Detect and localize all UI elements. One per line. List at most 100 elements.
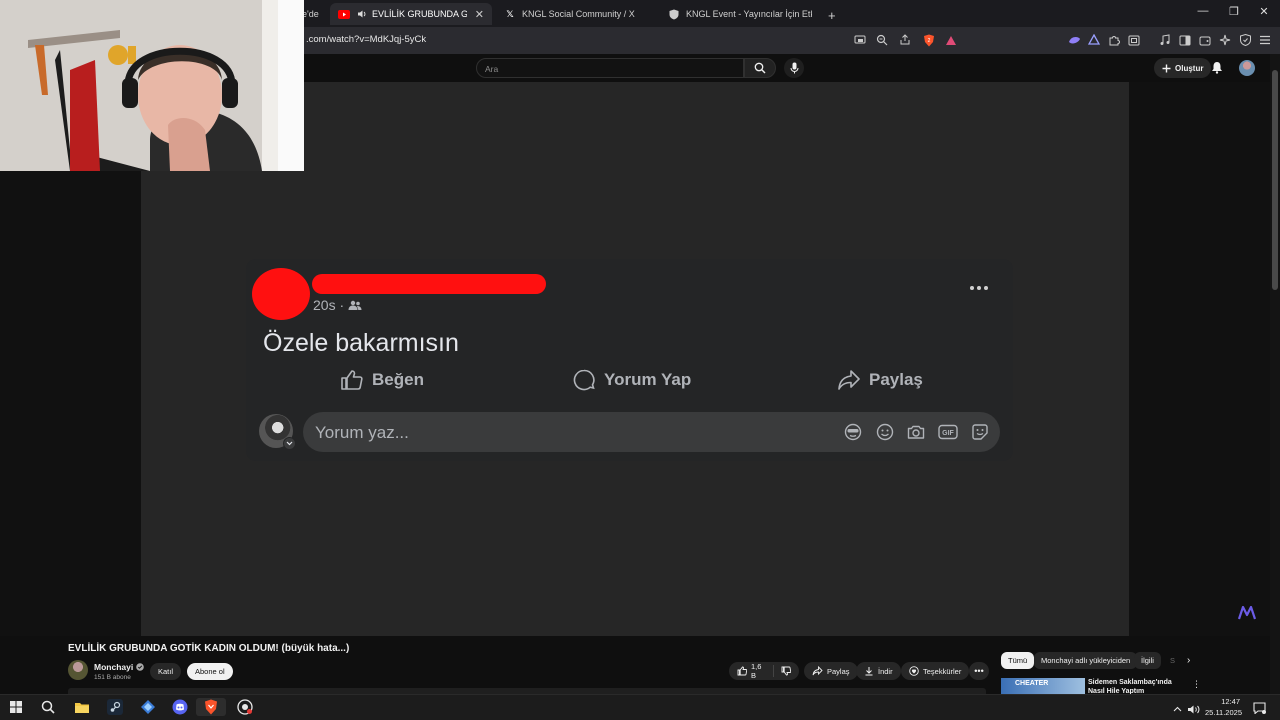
vpn-icon[interactable] bbox=[1087, 33, 1101, 47]
extensions-icon[interactable] bbox=[1107, 33, 1121, 47]
chip-scroll-right-icon[interactable]: › bbox=[1180, 652, 1197, 669]
media-music-icon[interactable] bbox=[1158, 33, 1172, 47]
notification-center-icon[interactable] bbox=[1250, 699, 1268, 717]
url-field[interactable]: .com/watch?v=MdKJqj-5yCk bbox=[306, 34, 426, 45]
search-input[interactable]: Ara bbox=[476, 58, 744, 78]
ai-sparkle-icon[interactable] bbox=[1218, 33, 1232, 47]
gif-label: GIF bbox=[942, 430, 954, 437]
camera-icon[interactable] bbox=[906, 422, 926, 442]
zoom-icon[interactable] bbox=[875, 33, 889, 47]
channel-avatar[interactable] bbox=[68, 660, 88, 680]
clock-date[interactable]: 25.11.2025 bbox=[1200, 708, 1242, 717]
plus-icon bbox=[1162, 64, 1171, 73]
post-timestamp: 20s · bbox=[313, 297, 362, 313]
super-thanks-icon bbox=[909, 666, 919, 676]
sidebar-toggle-icon[interactable] bbox=[1178, 33, 1192, 47]
channel-watermark-icon[interactable] bbox=[1238, 606, 1256, 620]
windows-taskbar bbox=[0, 694, 1280, 720]
search-icon bbox=[754, 62, 766, 74]
tab-label: KNGL Event - Yayıncılar İçin Etkinlik ve bbox=[686, 9, 812, 19]
avatar-sticker-icon[interactable] bbox=[843, 422, 863, 442]
network-app-icon[interactable] bbox=[139, 698, 157, 716]
chip-from-uploader[interactable]: Monchayi adlı yükleyiciden bbox=[1034, 652, 1138, 669]
file-explorer-icon[interactable] bbox=[73, 698, 91, 716]
x-logo-icon: 𝕏 bbox=[506, 8, 514, 19]
microphone-icon bbox=[790, 62, 799, 74]
thumbs-up-icon bbox=[340, 369, 364, 391]
create-button[interactable]: Oluştur bbox=[1154, 58, 1212, 78]
chevron-down-icon[interactable] bbox=[283, 437, 296, 450]
thumbs-down-icon bbox=[781, 666, 791, 676]
gif-icon[interactable]: GIF bbox=[938, 422, 958, 442]
obs-recording-icon[interactable] bbox=[236, 698, 254, 716]
menu-hamburger-icon[interactable] bbox=[1258, 33, 1272, 47]
scrollbar-thumb[interactable] bbox=[1272, 70, 1278, 290]
tab-kngl-x[interactable]: 𝕏 KNGL Social Community / X bbox=[496, 3, 656, 25]
share-video-button[interactable]: Paylaş bbox=[804, 662, 858, 680]
subscribe-button[interactable]: Abone ol bbox=[187, 663, 233, 680]
brave-browser-icon[interactable] bbox=[196, 698, 226, 716]
brave-rewards-icon[interactable] bbox=[944, 33, 958, 47]
new-tab-button[interactable]: + bbox=[824, 4, 840, 26]
windows-start-icon[interactable] bbox=[7, 698, 25, 716]
thanks-button[interactable]: Teşekkürler bbox=[901, 662, 970, 680]
tab-label: EVLİLİK GRUBUNDA GOTİK KA bbox=[372, 9, 467, 19]
like-video-button[interactable]: 1,6 B bbox=[737, 662, 766, 680]
recommended-more-icon[interactable]: ⋮ bbox=[1190, 678, 1203, 690]
download-label: İndir bbox=[878, 666, 893, 676]
verified-badge-icon bbox=[136, 663, 145, 671]
dislike-button[interactable] bbox=[781, 666, 791, 676]
vpn-shield-icon[interactable] bbox=[1238, 33, 1252, 47]
tab-kngl-event[interactable]: KNGL Event - Yayıncılar İçin Etkinlik ve bbox=[660, 3, 820, 25]
tab-previous[interactable]: e'de bbox=[300, 3, 330, 25]
close-window-button[interactable]: ✕ bbox=[1254, 5, 1274, 18]
cast-icon[interactable] bbox=[853, 33, 867, 47]
clock-time[interactable]: 12:47 bbox=[1204, 697, 1240, 706]
download-button[interactable]: İndir bbox=[856, 662, 901, 680]
minimize-button[interactable]: — bbox=[1193, 5, 1213, 17]
notifications-bell-icon[interactable] bbox=[1211, 61, 1223, 74]
share-arrow-icon bbox=[837, 369, 861, 391]
wallet-icon[interactable] bbox=[1198, 33, 1212, 47]
share-page-icon[interactable] bbox=[898, 33, 912, 47]
share-arrow-icon bbox=[812, 666, 823, 676]
video-title: EVLİLİK GRUBUNDA GOTİK KADIN OLDUM! (büy… bbox=[68, 643, 350, 654]
close-tab-icon[interactable]: ✕ bbox=[475, 8, 484, 21]
create-label: Oluştur bbox=[1175, 63, 1204, 73]
post-text: Özele bakarmısın bbox=[263, 329, 459, 357]
more-horizontal-icon: ••• bbox=[974, 666, 984, 676]
speaker-icon[interactable] bbox=[356, 8, 368, 20]
profile-avatar[interactable] bbox=[1239, 60, 1255, 76]
sticker-icon[interactable] bbox=[970, 422, 990, 442]
restore-button[interactable]: ❐ bbox=[1224, 5, 1244, 18]
search-button[interactable] bbox=[744, 58, 776, 78]
screenshot-icon[interactable] bbox=[1127, 33, 1141, 47]
join-button[interactable]: Katıl bbox=[150, 663, 182, 680]
leo-ai-icon[interactable] bbox=[1067, 33, 1081, 47]
subscriber-count: 151 B abone bbox=[94, 674, 131, 681]
brave-shield-icon[interactable]: 2 bbox=[922, 33, 936, 47]
webcam-feed bbox=[0, 0, 304, 171]
like-button[interactable]: Beğen bbox=[340, 367, 424, 393]
emoji-icon[interactable] bbox=[875, 422, 895, 442]
share-post-button[interactable]: Paylaş bbox=[837, 367, 923, 393]
comment-input[interactable]: Yorum yaz... bbox=[303, 412, 1000, 452]
steam-icon[interactable] bbox=[106, 698, 124, 716]
recommended-video-thumbnail[interactable]: CHEATER bbox=[1001, 678, 1085, 694]
taskbar-search-icon[interactable] bbox=[39, 698, 57, 716]
chip-all[interactable]: Tümü bbox=[1001, 652, 1035, 669]
post-time-label: 20s · bbox=[313, 297, 345, 313]
like-divider bbox=[773, 665, 774, 677]
more-options-icon[interactable] bbox=[970, 286, 988, 290]
like-label: Beğen bbox=[372, 370, 424, 389]
youtube-icon bbox=[338, 8, 350, 20]
recommended-video-title[interactable]: Sidemen Saklambaç'ında Nasıl Hile Yaptım bbox=[1088, 678, 1188, 694]
comment-button[interactable]: Yorum Yap bbox=[572, 367, 691, 393]
chip-related[interactable]: İlgili bbox=[1134, 652, 1161, 669]
more-actions-button[interactable]: ••• bbox=[969, 662, 989, 680]
voice-search-button[interactable] bbox=[784, 58, 804, 78]
discord-icon[interactable] bbox=[171, 698, 189, 716]
tab-active-video[interactable]: EVLİLİK GRUBUNDA GOTİK KA ✕ bbox=[330, 3, 492, 25]
redacted-author-name bbox=[312, 274, 546, 294]
channel-name[interactable]: Monchayi bbox=[94, 662, 145, 672]
